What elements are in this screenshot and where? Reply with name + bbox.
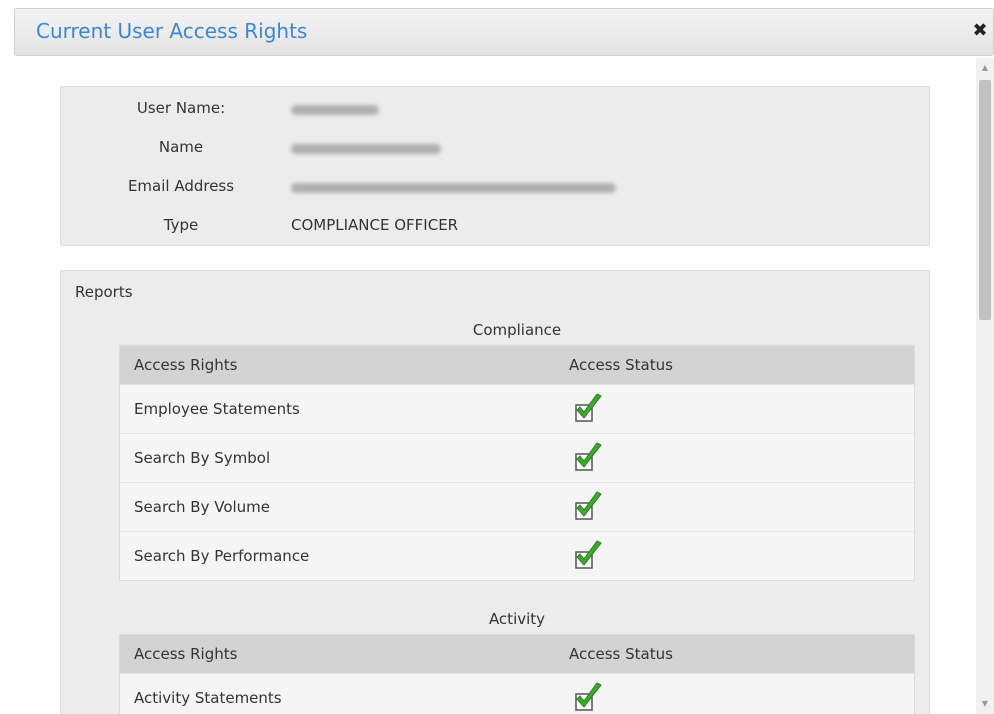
name-label: Name — [158, 138, 204, 156]
info-row-name: Name — [61, 138, 929, 162]
email-value — [291, 177, 616, 197]
table-row: Search By Performance — [120, 531, 914, 580]
header-access-status: Access Status — [569, 356, 673, 374]
table-row: Employee Statements — [120, 384, 914, 433]
checkmark-icon — [573, 540, 603, 572]
reports-panel: Reports Compliance Access Rights Access … — [60, 270, 930, 714]
checkmark-icon — [573, 393, 603, 425]
username-label: User Name: — [136, 99, 226, 117]
scroll-down-arrow-icon[interactable]: ▼ — [976, 696, 994, 712]
type-value: COMPLIANCE OFFICER — [291, 216, 459, 234]
header-access-status: Access Status — [569, 645, 673, 663]
table-row: Activity Statements — [120, 673, 914, 714]
checkmark-icon — [573, 491, 603, 523]
redacted-email — [291, 183, 616, 193]
username-value — [291, 99, 379, 119]
dialog-content: User Name: Name Email Address Type COMPL… — [14, 58, 976, 714]
access-right-name: Search By Symbol — [134, 449, 271, 467]
checkmark-icon — [573, 682, 603, 714]
name-value — [291, 138, 441, 158]
info-row-email: Email Address — [61, 177, 929, 201]
dialog-titlebar[interactable]: Current User Access Rights ✖ — [14, 8, 994, 56]
vertical-scrollbar[interactable]: ▲ ▼ — [976, 58, 994, 714]
scroll-thumb[interactable] — [979, 80, 991, 320]
access-right-name: Employee Statements — [134, 400, 300, 418]
redacted-username — [291, 105, 379, 115]
header-access-rights: Access Rights — [134, 645, 238, 663]
compliance-table: Access Rights Access Status Employee Sta… — [119, 345, 915, 581]
activity-table: Access Rights Access Status Activity Sta… — [119, 634, 915, 714]
email-label: Email Address — [127, 177, 235, 195]
table-row: Search By Symbol — [120, 433, 914, 482]
section-caption-compliance: Compliance — [472, 321, 562, 339]
table-header: Access Rights Access Status — [120, 346, 914, 384]
access-right-name: Search By Volume — [134, 498, 271, 516]
reports-label: Reports — [75, 283, 133, 301]
user-info-panel: User Name: Name Email Address Type COMPL… — [60, 86, 930, 246]
info-row-type: Type COMPLIANCE OFFICER — [61, 216, 929, 240]
dialog-title: Current User Access Rights — [36, 19, 308, 43]
section-caption-activity: Activity — [488, 610, 546, 628]
access-right-name: Activity Statements — [134, 689, 282, 707]
access-rights-dialog: Current User Access Rights ✖ User Name: … — [0, 0, 994, 714]
close-icon[interactable]: ✖ — [969, 20, 991, 42]
table-header: Access Rights Access Status — [120, 635, 914, 673]
scroll-up-arrow-icon[interactable]: ▲ — [976, 60, 994, 76]
access-right-name: Search By Performance — [134, 547, 310, 565]
checkmark-icon — [573, 442, 603, 474]
redacted-name — [291, 144, 441, 154]
type-label: Type — [163, 216, 199, 234]
info-row-username: User Name: — [61, 99, 929, 123]
table-row: Search By Volume — [120, 482, 914, 531]
header-access-rights: Access Rights — [134, 356, 238, 374]
